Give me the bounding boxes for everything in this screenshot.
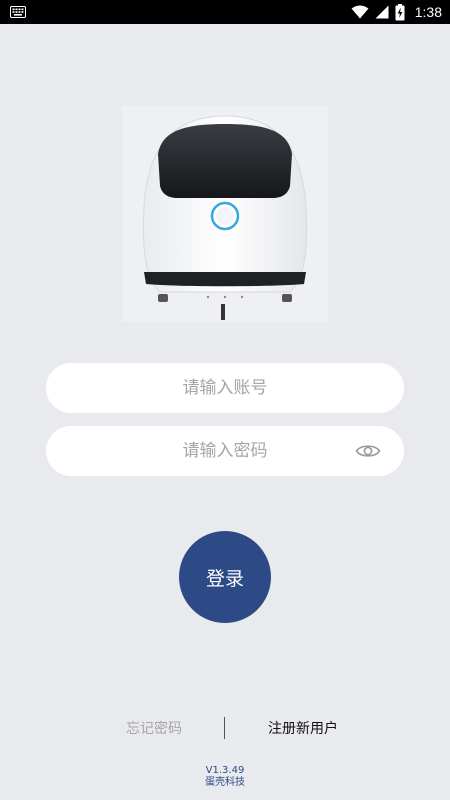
wifi-icon <box>351 5 369 19</box>
status-left <box>10 6 26 18</box>
signal-icon <box>375 5 389 19</box>
account-field[interactable] <box>46 363 404 413</box>
status-bar: 1:38 <box>0 0 450 24</box>
password-field[interactable] <box>46 426 404 476</box>
keyboard-icon <box>10 6 26 18</box>
password-input[interactable] <box>46 426 404 476</box>
account-input[interactable] <box>46 363 404 413</box>
app-version: V1.3.49 <box>205 765 245 776</box>
robot-product-image <box>122 106 328 322</box>
status-time: 1:38 <box>414 4 442 20</box>
bottom-links: 忘记密码 注册新用户 <box>0 716 450 740</box>
company-name: 蛋壳科技 <box>205 777 245 788</box>
battery-charging-icon <box>395 3 405 21</box>
register-link[interactable]: 注册新用户 <box>268 718 338 738</box>
login-button[interactable]: 登录 <box>179 531 271 623</box>
link-divider <box>224 717 225 739</box>
forgot-password-link[interactable]: 忘记密码 <box>126 718 182 738</box>
eye-icon[interactable] <box>354 439 382 463</box>
status-right: 1:38 <box>351 3 442 21</box>
